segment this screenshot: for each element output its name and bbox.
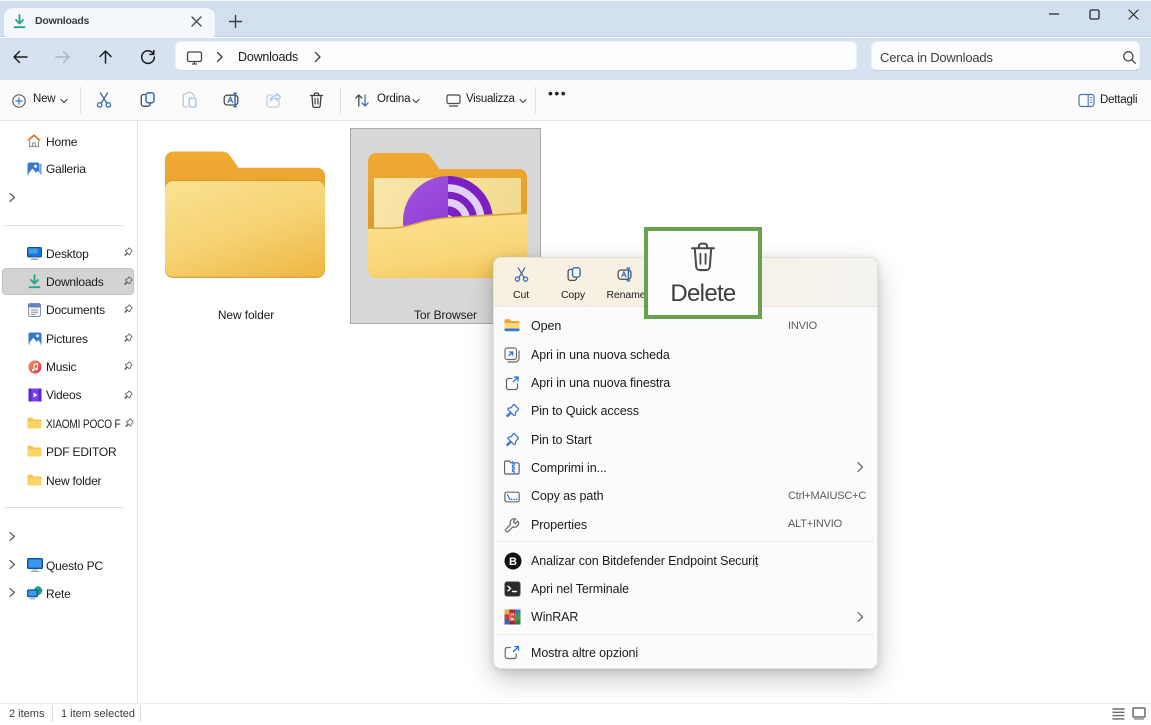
svg-text:B: B — [509, 556, 517, 568]
